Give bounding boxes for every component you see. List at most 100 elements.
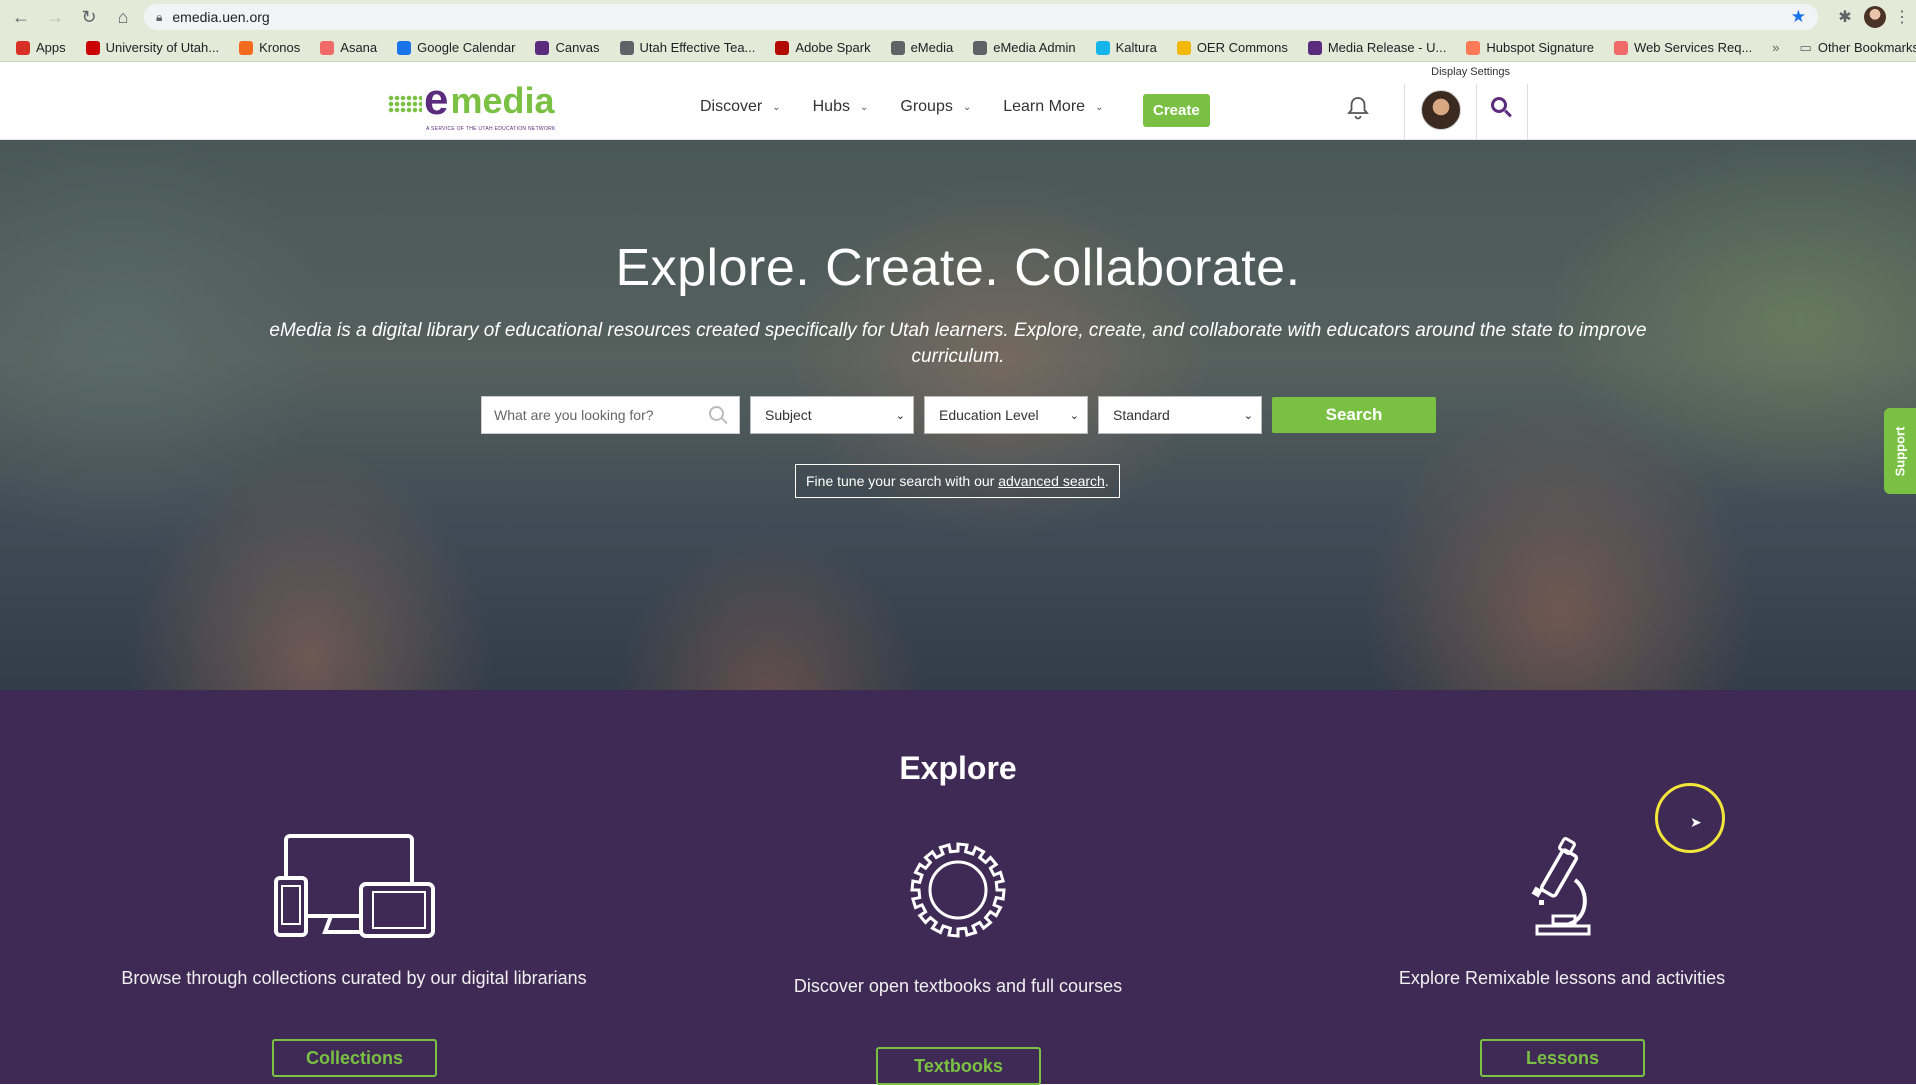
- bookmark-label: OER Commons: [1196, 40, 1288, 55]
- bookmark-label: Utah Effective Tea...: [639, 40, 756, 55]
- bookmark-item[interactable]: OER Commons: [1169, 37, 1296, 59]
- search-icon: [709, 406, 729, 426]
- search-icon[interactable]: [1490, 96, 1514, 120]
- collections-description: Browse through collections curated by ou…: [121, 968, 587, 988]
- search-row: What are you looking for? Subject ⌄ Educa…: [481, 396, 1436, 434]
- reload-icon[interactable]: ↻: [76, 4, 102, 30]
- lock-icon: 🔒︎: [156, 9, 163, 24]
- explore-title: Explore: [899, 750, 1017, 786]
- bookmark-label: Asana: [340, 40, 378, 55]
- user-avatar[interactable]: [1421, 90, 1461, 130]
- nav-hubs[interactable]: Hubs ⌄: [813, 98, 869, 116]
- header-divider: [1404, 84, 1405, 140]
- bookmark-item[interactable]: eMedia Admin: [965, 37, 1083, 59]
- nav-discover[interactable]: Discover ⌄: [700, 98, 781, 116]
- url-text: emedia.uen.org: [172, 9, 270, 25]
- hero-banner: Explore. Create. Collaborate. eMedia is …: [0, 140, 1916, 690]
- bookmark-item[interactable]: Kronos: [231, 37, 308, 59]
- site-header: Display Settings e media A SERVICE OF TH…: [0, 62, 1916, 140]
- bookmark-item[interactable]: Adobe Spark: [767, 37, 878, 59]
- select-value: Standard: [1113, 407, 1170, 423]
- bookmark-label: eMedia: [910, 40, 954, 55]
- textbooks-description: Discover open textbooks and full courses: [793, 976, 1123, 996]
- bookmark-label: Google Calendar: [417, 40, 516, 55]
- bookmark-item[interactable]: Web Services Req...: [1606, 37, 1760, 59]
- bookmark-label: Kaltura: [1115, 40, 1157, 55]
- bookmark-favicon-icon: [1466, 40, 1481, 55]
- devices-icon: [274, 834, 435, 938]
- search-input[interactable]: What are you looking for?: [481, 396, 740, 434]
- select-value: Education Level: [939, 407, 1039, 423]
- bookmark-item[interactable]: Apps: [8, 37, 74, 59]
- logo-dots: [388, 95, 422, 113]
- bookmark-label: Canvas: [555, 40, 600, 55]
- bookmark-item[interactable]: Utah Effective Tea...: [612, 37, 764, 59]
- hero-title: Explore. Create. Collaborate.: [615, 239, 1301, 297]
- bookmark-item[interactable]: Media Release - U...: [1300, 37, 1455, 59]
- microscope-icon: [1531, 837, 1591, 936]
- bookmark-favicon-icon: [619, 40, 634, 55]
- main-nav: Discover ⌄ Hubs ⌄ Groups ⌄ Learn More ⌄: [700, 98, 1103, 116]
- logo-media: media: [450, 80, 555, 121]
- bookmark-item[interactable]: Google Calendar: [389, 37, 523, 59]
- subject-select[interactable]: Subject ⌄: [750, 396, 914, 434]
- other-bookmarks-folder[interactable]: ▭ Other Bookmarks: [1792, 37, 1916, 59]
- lessons-description: Explore Remixable lessons and activities: [1398, 968, 1726, 988]
- bookmark-label: Web Services Req...: [1634, 40, 1753, 55]
- bookmark-item[interactable]: eMedia: [883, 37, 962, 59]
- textbooks-button[interactable]: Textbooks: [876, 1047, 1041, 1085]
- nav-learn-more[interactable]: Learn More ⌄: [1003, 98, 1103, 116]
- bookmark-label: Media Release - U...: [1327, 40, 1447, 55]
- emedia-logo[interactable]: e media A SERVICE OF THE UTAH EDUCATION …: [388, 78, 555, 132]
- bookmark-item[interactable]: Hubspot Signature: [1458, 37, 1602, 59]
- bookmarks-more-button[interactable]: »: [1764, 40, 1787, 55]
- search-placeholder: What are you looking for?: [494, 407, 654, 423]
- bookmark-item[interactable]: Asana: [312, 37, 385, 59]
- bookmark-star-icon[interactable]: ★: [1791, 7, 1806, 27]
- bell-icon[interactable]: [1347, 96, 1369, 126]
- display-settings-link[interactable]: Display Settings: [1431, 66, 1510, 78]
- search-button[interactable]: Search: [1272, 397, 1436, 433]
- header-divider: [1476, 84, 1477, 140]
- lessons-button[interactable]: Lessons: [1480, 1039, 1645, 1077]
- menu-icon[interactable]: ⋮: [1894, 7, 1910, 27]
- standard-select[interactable]: Standard ⌄: [1098, 396, 1262, 434]
- address-bar[interactable]: 🔒︎ emedia.uen.org ★: [144, 4, 1818, 30]
- chevron-down-icon: ⌄: [1243, 409, 1253, 422]
- chevron-down-icon: ⌄: [1095, 101, 1104, 113]
- nav-label: Groups: [900, 98, 953, 115]
- home-icon[interactable]: ⌂: [110, 4, 136, 30]
- back-icon[interactable]: ←: [8, 4, 34, 30]
- nav-groups[interactable]: Groups ⌄: [900, 98, 971, 116]
- forward-icon[interactable]: →: [42, 4, 68, 30]
- bookmark-favicon-icon: [1614, 40, 1629, 55]
- bookmark-item[interactable]: University of Utah...: [78, 37, 227, 59]
- gear-icon: [910, 842, 1006, 938]
- bookmark-label: Adobe Spark: [795, 40, 871, 55]
- folder-icon: ▭: [1799, 39, 1812, 55]
- bookmark-favicon-icon: [775, 40, 790, 55]
- bookmark-item[interactable]: Canvas: [527, 37, 607, 59]
- extensions-icon[interactable]: ✱: [1834, 7, 1856, 27]
- advanced-prefix: Fine tune your search with our: [806, 473, 999, 489]
- bookmark-item[interactable]: Kaltura: [1088, 37, 1165, 59]
- nav-label: Learn More: [1003, 98, 1086, 115]
- collections-button[interactable]: Collections: [272, 1039, 437, 1077]
- header-divider: [1527, 84, 1528, 140]
- bookmark-label: eMedia Admin: [993, 40, 1076, 55]
- bookmark-favicon-icon: [85, 40, 100, 55]
- bookmark-favicon-icon: [1176, 40, 1191, 55]
- bookmark-favicon-icon: [1095, 40, 1110, 55]
- advanced-search-link[interactable]: advanced search: [998, 473, 1105, 489]
- support-label: Support: [1892, 426, 1908, 476]
- bookmark-favicon-icon: [1307, 40, 1322, 55]
- bookmark-favicon-icon: [320, 40, 335, 55]
- bookmark-favicon-icon: [973, 40, 988, 55]
- education-level-select[interactable]: Education Level ⌄: [924, 396, 1088, 434]
- nav-label: Hubs: [812, 98, 850, 115]
- logo-e: e: [424, 75, 449, 124]
- profile-avatar[interactable]: [1864, 6, 1886, 28]
- create-button[interactable]: Create: [1143, 94, 1210, 127]
- advanced-suffix: .: [1104, 473, 1109, 489]
- support-tab[interactable]: Support: [1884, 408, 1916, 494]
